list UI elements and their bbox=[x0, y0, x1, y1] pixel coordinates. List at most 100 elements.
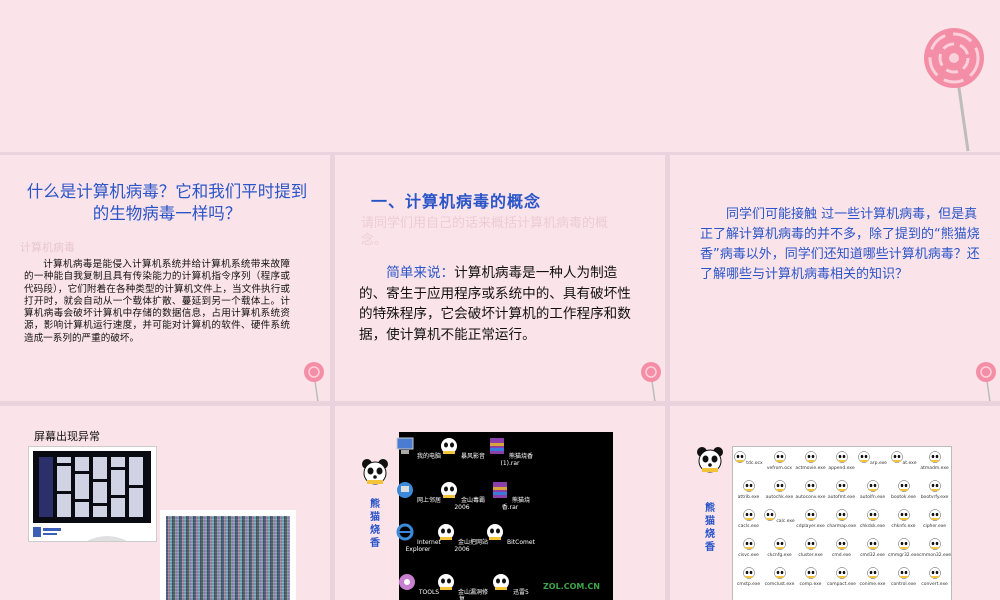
slide-what-is-virus[interactable]: 什么是计算机病毒？它和我们平时提到的生物病毒一样吗？ 计算机病毒 计算机病毒是能… bbox=[0, 155, 330, 401]
file-item[interactable]: ckcnfg.exe bbox=[764, 538, 795, 558]
panda-file-icon bbox=[734, 451, 747, 463]
desktop-icon-jinshan-web[interactable]: 金山把网站 2006 bbox=[435, 522, 489, 553]
panda-icon bbox=[487, 524, 504, 540]
noise-screen-image bbox=[160, 510, 296, 600]
desktop-icon-jinshan-antivirus[interactable]: 金山毒霸 2006 bbox=[435, 480, 489, 511]
panda-file-icon bbox=[866, 567, 879, 579]
file-item[interactable]: tdc.ocx bbox=[733, 451, 764, 466]
panda-file-icon bbox=[866, 509, 879, 521]
file-item[interactable]: autofmt.exe bbox=[826, 480, 857, 500]
file-item[interactable]: cipher.exe bbox=[919, 509, 950, 529]
desktop-icon-xunlei[interactable]: 迅雷5 bbox=[483, 572, 537, 596]
panda-icon bbox=[438, 574, 455, 590]
slide-known-viruses[interactable]: 同学们可能接触 过一些计算机病毒，但是真正了解计算机病毒的并不多，除了提到的“熊… bbox=[670, 155, 1000, 401]
file-item[interactable]: chkdsk.exe bbox=[857, 509, 888, 529]
file-item[interactable]: attrib.exe bbox=[733, 480, 764, 500]
file-item[interactable]: bootok.exe bbox=[888, 480, 919, 500]
panda-file-icon bbox=[897, 509, 910, 521]
slide-screen-anomaly[interactable]: 屏幕出现异常 bbox=[0, 406, 330, 600]
file-item[interactable]: cluster.exe bbox=[795, 538, 826, 558]
desktop-icon-baofeng[interactable]: 暴风影音 bbox=[435, 436, 489, 460]
file-item[interactable]: chknfs.exe bbox=[888, 509, 919, 529]
panda-file-icon bbox=[773, 451, 786, 463]
file-item[interactable]: conime.exe bbox=[857, 567, 888, 587]
file-item[interactable]: cmstp.exe bbox=[733, 567, 764, 587]
panda-file-icon bbox=[890, 451, 903, 463]
panda-file-icon bbox=[928, 451, 941, 463]
file-item[interactable]: bootvrfy.exe bbox=[919, 480, 950, 500]
monitor-image bbox=[28, 446, 157, 542]
panda-file-icon bbox=[928, 538, 941, 550]
file-item[interactable]: cmd.exe bbox=[826, 538, 857, 558]
section-heading: 一、计算机病毒的概念 bbox=[371, 192, 542, 211]
slide-title: 什么是计算机病毒？它和我们平时提到的生物病毒一样吗？ bbox=[26, 182, 308, 223]
file-item[interactable]: comp.exe bbox=[795, 567, 826, 587]
file-item[interactable]: autochk.exe bbox=[764, 480, 795, 500]
infected-files-window: tdc.ocx vefrom.ocx actmovie.exe append.exe a… bbox=[732, 446, 952, 600]
panda-icon bbox=[441, 482, 458, 498]
file-item[interactable]: control.exe bbox=[888, 567, 919, 587]
file-item[interactable]: convert.exe bbox=[919, 567, 950, 587]
file-item[interactable]: actmovie.exe bbox=[795, 451, 826, 471]
file-item[interactable]: at.exe bbox=[888, 451, 919, 466]
slide-panda-desktop[interactable]: 熊猫烧香 我的电脑 暴风影音 熊猫烧香(1).rar 网上邻居 金山毒霸 200… bbox=[335, 406, 665, 600]
file-item[interactable]: cisvc.exe bbox=[733, 538, 764, 558]
panda-file-icon bbox=[835, 480, 848, 492]
faint-prompt: 请同学们用自己的话来概括计算机病毒的概念。 bbox=[361, 216, 609, 248]
file-item[interactable]: autoconv.exe bbox=[795, 480, 826, 500]
panda-file-icon bbox=[928, 509, 941, 521]
file-item[interactable]: append.exe bbox=[826, 451, 857, 471]
network-icon bbox=[397, 482, 414, 498]
title-slide-area bbox=[0, 0, 1000, 152]
panda-label: 熊猫烧香 bbox=[370, 499, 380, 549]
file-item[interactable]: cmmgr32.exe bbox=[888, 538, 919, 558]
tools-icon bbox=[398, 574, 415, 590]
panda-file-icon bbox=[742, 480, 755, 492]
file-item[interactable]: cdplayer.exe bbox=[795, 509, 826, 529]
file-item[interactable]: calc.exe bbox=[764, 509, 795, 524]
file-item[interactable]: cmd32.exe bbox=[857, 538, 888, 558]
panda-icon bbox=[441, 438, 458, 454]
slide-virus-concept[interactable]: 一、计算机病毒的概念 请同学们用自己的话来概括计算机病毒的概念。 简单来说：计算… bbox=[335, 155, 665, 401]
panda-icon bbox=[438, 524, 455, 540]
archive-icon bbox=[490, 438, 505, 454]
file-item[interactable]: cmmon32.exe bbox=[919, 538, 951, 558]
desktop-icon-rar1[interactable]: 熊猫烧香(1).rar bbox=[483, 436, 537, 467]
panda-file-icon bbox=[928, 567, 941, 579]
panda-file-icon bbox=[773, 567, 786, 579]
desktop-icon-bitcomet[interactable]: BitComet bbox=[483, 522, 537, 546]
file-item[interactable]: vefrom.ocx bbox=[764, 451, 795, 471]
panda-file-icon bbox=[928, 480, 941, 492]
panda-file-icon bbox=[742, 567, 755, 579]
archive-icon bbox=[493, 482, 508, 498]
file-item[interactable]: comclust.exe bbox=[764, 567, 795, 587]
desktop-icon-jinshan-patch[interactable]: 金山漏洞修复 bbox=[435, 572, 489, 600]
file-item[interactable]: cacls.exe bbox=[733, 509, 764, 529]
panda-file-icon bbox=[742, 509, 755, 521]
file-item[interactable]: atmadm.exe bbox=[919, 451, 950, 471]
lollipop-icon bbox=[304, 362, 324, 401]
panda-file-icon bbox=[897, 567, 910, 579]
panda-label: 熊猫烧香 bbox=[705, 503, 715, 553]
glitched-screen bbox=[33, 451, 151, 523]
panda-file-icon bbox=[835, 509, 848, 521]
lollipop-icon bbox=[976, 362, 996, 401]
internet-explorer-icon bbox=[396, 523, 414, 541]
concept-text: 简单来说：计算机病毒是一种人为制造的、寄生于应用程序或系统中的、具有破坏性的特殊… bbox=[359, 263, 631, 345]
file-item[interactable]: arp.exe bbox=[857, 451, 888, 466]
slide-panda-files[interactable]: 熊猫烧香 tdc.ocx vefrom.ocx actmovie.exe append… bbox=[670, 406, 1000, 600]
lead-text: 简单来说： bbox=[386, 265, 455, 281]
lollipop-decoration bbox=[924, 28, 984, 152]
panda-file-icon bbox=[804, 538, 817, 550]
file-item[interactable]: charmap.exe bbox=[826, 509, 857, 529]
file-item[interactable]: compact.exe bbox=[826, 567, 857, 587]
file-item[interactable]: autolfn.exe bbox=[857, 480, 888, 500]
panda-file-icon bbox=[897, 538, 910, 550]
panda-file-icon bbox=[804, 509, 817, 521]
faint-text: 计算机病毒 bbox=[20, 241, 75, 254]
panda-file-icon bbox=[742, 538, 755, 550]
desktop-icon-rar2[interactable]: 熊猫烧香.rar bbox=[483, 480, 537, 511]
panda-icon bbox=[493, 574, 510, 590]
panda-file-icon bbox=[804, 451, 817, 463]
panda-file-icon bbox=[866, 480, 879, 492]
